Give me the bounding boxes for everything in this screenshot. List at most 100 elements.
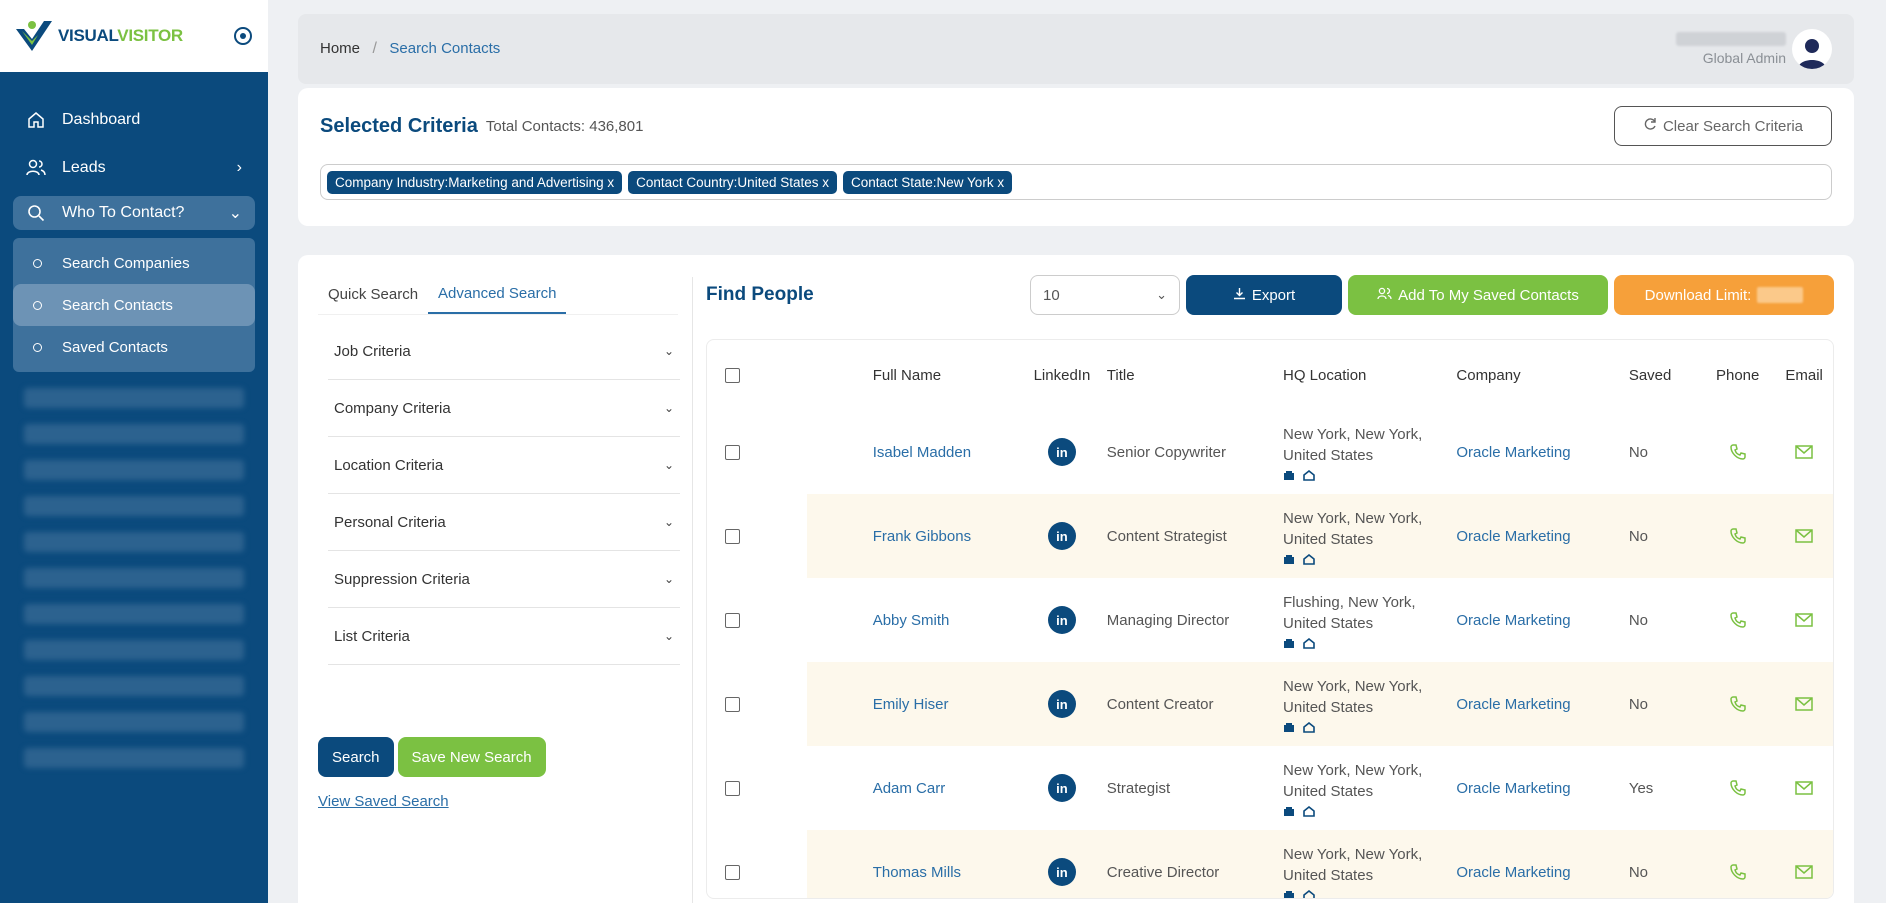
save-new-search-button[interactable]: Save New Search <box>397 737 546 777</box>
column-header[interactable]: Company <box>1456 340 1628 410</box>
target-icon[interactable] <box>234 27 252 45</box>
email-icon[interactable] <box>1795 781 1813 795</box>
sidebar-subnav: Search Companies Search Contacts Saved C… <box>13 238 255 372</box>
phone-icon[interactable] <box>1729 443 1747 461</box>
search-button[interactable]: Search <box>318 737 394 777</box>
contact-name-link[interactable]: Adam Carr <box>873 780 946 797</box>
accordion-list-criteria[interactable]: List Criteria ⌄ <box>328 608 680 665</box>
phone-icon[interactable] <box>1729 611 1747 629</box>
phone-icon[interactable] <box>1729 779 1747 797</box>
hq-location-line: New York, New York, <box>1283 425 1423 443</box>
contact-name-link[interactable]: Isabel Madden <box>873 444 971 461</box>
accordion-company-criteria[interactable]: Company Criteria ⌄ <box>328 380 680 437</box>
row-select-cell <box>707 830 757 898</box>
phone-icon[interactable] <box>1729 695 1747 713</box>
company-link[interactable]: Oracle Marketing <box>1456 444 1570 461</box>
export-button[interactable]: Export <box>1186 275 1342 315</box>
linkedin-icon[interactable]: in <box>1047 522 1076 550</box>
contact-name-link[interactable]: Thomas Mills <box>873 864 961 881</box>
linkedin-icon[interactable]: in <box>1047 858 1076 886</box>
user-menu[interactable]: Global Admin <box>1676 29 1832 69</box>
page-size-select[interactable]: 10 ⌄ <box>1030 275 1180 315</box>
email-icon[interactable] <box>1795 529 1813 543</box>
sidebar-nav: Dashboard Leads › Who To Contact? ⌄ Sear… <box>0 72 268 768</box>
accordion-suppression-criteria[interactable]: Suppression Criteria ⌄ <box>328 551 680 608</box>
company-link[interactable]: Oracle Marketing <box>1456 612 1570 629</box>
sidebar-item-who-to-contact[interactable]: Who To Contact? ⌄ <box>13 196 255 230</box>
logo[interactable]: VISUALVISITOR <box>14 19 183 53</box>
breadcrumb-home[interactable]: Home <box>320 40 360 57</box>
logo-bar: VISUALVISITOR <box>0 0 268 72</box>
tab-quick-search[interactable]: Quick Search <box>318 275 428 314</box>
company-link[interactable]: Oracle Marketing <box>1456 528 1570 545</box>
row-checkbox[interactable] <box>724 528 740 544</box>
linkedin-icon[interactable]: in <box>1047 774 1076 802</box>
accordion-job-criteria[interactable]: Job Criteria ⌄ <box>328 323 680 380</box>
sidebar-item-search-companies[interactable]: Search Companies <box>13 242 255 284</box>
contact-name-link[interactable]: Frank Gibbons <box>873 528 971 545</box>
sidebar-item-saved-contacts[interactable]: Saved Contacts <box>13 326 255 368</box>
column-header[interactable]: HQ Location <box>1283 340 1456 410</box>
linkedin-icon[interactable]: in <box>1047 438 1076 466</box>
linkedin-icon[interactable]: in <box>1047 690 1076 718</box>
hq-location: New York, New York, United States <box>1283 746 1456 830</box>
criteria-chip[interactable]: Contact Country:United States x <box>628 170 837 194</box>
download-limit-button[interactable]: Download Limit: <box>1614 275 1834 315</box>
criteria-title: Selected Criteria <box>320 114 478 137</box>
avatar[interactable] <box>1792 29 1832 69</box>
company-link[interactable]: Oracle Marketing <box>1456 696 1570 713</box>
accordion-personal-criteria[interactable]: Personal Criteria ⌄ <box>328 494 680 551</box>
contact-name-link[interactable]: Emily Hiser <box>873 696 949 713</box>
email-icon[interactable] <box>1795 697 1813 711</box>
row-checkbox[interactable] <box>724 612 740 628</box>
select-all-checkbox[interactable] <box>724 367 740 383</box>
logo-text: VISUALVISITOR <box>58 26 183 45</box>
building-icon[interactable] <box>1283 470 1295 481</box>
phone-icon[interactable] <box>1729 863 1747 881</box>
office-icon[interactable] <box>1303 553 1315 565</box>
row-checkbox[interactable] <box>724 780 740 796</box>
email-icon[interactable] <box>1795 445 1813 459</box>
add-to-saved-contacts-button[interactable]: Add To My Saved Contacts <box>1348 275 1608 315</box>
criteria-chip[interactable]: Company Industry:Marketing and Advertisi… <box>327 170 623 194</box>
saved-status: No <box>1628 863 1648 881</box>
criteria-chip[interactable]: Contact State:New York x <box>842 170 1013 194</box>
export-label: Export <box>1251 286 1296 304</box>
building-icon[interactable] <box>1283 806 1295 817</box>
building-icon[interactable] <box>1283 890 1295 900</box>
office-icon[interactable] <box>1303 721 1315 733</box>
company-link[interactable]: Oracle Marketing <box>1456 780 1570 797</box>
building-icon[interactable] <box>1283 638 1295 649</box>
contact-name-link[interactable]: Abby Smith <box>873 612 950 629</box>
column-header[interactable]: Full Name <box>873 340 1017 410</box>
building-icon[interactable] <box>1283 554 1295 565</box>
office-icon[interactable] <box>1303 805 1315 817</box>
sidebar-item-dashboard[interactable]: Dashboard <box>0 96 268 144</box>
view-saved-search-link[interactable]: View Saved Search <box>318 793 449 810</box>
hq-location-line: New York, New York, <box>1283 509 1423 527</box>
linkedin-icon[interactable]: in <box>1047 606 1076 634</box>
hq-location-line: United States <box>1283 446 1374 464</box>
clear-search-criteria-button[interactable]: Clear Search Criteria <box>1614 106 1832 146</box>
office-icon[interactable] <box>1303 637 1315 649</box>
tab-advanced-search[interactable]: Advanced Search <box>428 275 567 314</box>
accordion-location-criteria[interactable]: Location Criteria ⌄ <box>328 437 680 494</box>
circle-icon <box>33 258 42 268</box>
email-icon[interactable] <box>1795 865 1813 879</box>
row-checkbox[interactable] <box>724 696 740 712</box>
column-header[interactable]: Title <box>1107 340 1283 410</box>
hq-location-line: United States <box>1283 782 1374 800</box>
breadcrumb: Home / Search Contacts <box>320 40 500 58</box>
building-icon[interactable] <box>1283 722 1295 733</box>
phone-icon[interactable] <box>1729 527 1747 545</box>
row-checkbox[interactable] <box>724 444 740 460</box>
email-icon[interactable] <box>1795 613 1813 627</box>
sidebar-item-search-contacts[interactable]: Search Contacts <box>13 284 255 326</box>
chevron-down-icon: ⌄ <box>663 458 674 472</box>
results-panel: Find People 10 ⌄ Export Add To My Saved … <box>706 275 1834 899</box>
office-icon[interactable] <box>1303 469 1315 481</box>
office-icon[interactable] <box>1303 889 1315 900</box>
row-checkbox[interactable] <box>724 864 740 880</box>
sidebar-item-leads[interactable]: Leads › <box>0 144 268 192</box>
company-link[interactable]: Oracle Marketing <box>1456 864 1570 881</box>
